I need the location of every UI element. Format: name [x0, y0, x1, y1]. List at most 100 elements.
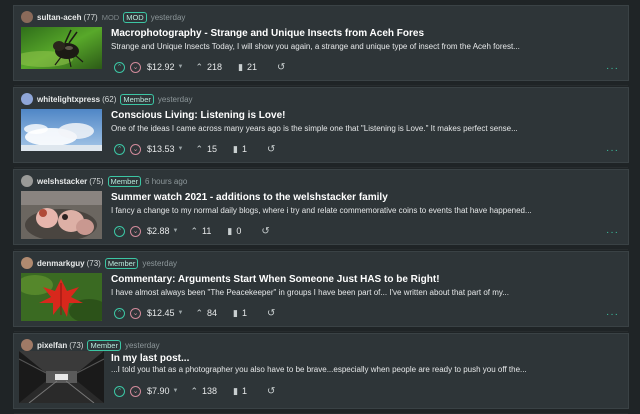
- payout-dropdown-icon[interactable]: ▼: [173, 388, 179, 394]
- payout-value[interactable]: $12.92: [147, 62, 175, 72]
- comments-icon[interactable]: ▮: [233, 144, 238, 155]
- payout-value[interactable]: $12.45: [147, 308, 175, 318]
- post-thumbnail[interactable]: [21, 109, 102, 151]
- reblog-icon[interactable]: ↺: [267, 386, 275, 397]
- more-options-icon[interactable]: ···: [606, 310, 619, 320]
- role-badge: Member: [87, 339, 121, 351]
- role-badge: Member: [104, 257, 139, 269]
- vote-count[interactable]: 84: [207, 308, 217, 318]
- payout-value[interactable]: $13.53: [147, 144, 175, 154]
- vote-count[interactable]: 218: [207, 62, 222, 72]
- post-title[interactable]: Summer watch 2021 - additions to the wel…: [111, 192, 591, 204]
- payout-dropdown-icon[interactable]: ▼: [178, 310, 184, 316]
- downvote-button[interactable]: ⌄: [130, 385, 141, 397]
- vote-count[interactable]: 138: [202, 386, 217, 396]
- reblog-icon[interactable]: ↺: [277, 62, 285, 73]
- comment-count[interactable]: 21: [247, 62, 257, 72]
- more-options-icon[interactable]: ···: [606, 146, 619, 156]
- post-card[interactable]: welshstacker (75) Member 6 hours ago Sum…: [13, 169, 629, 250]
- votes-chevron-icon: ⌃: [195, 307, 204, 318]
- post-excerpt[interactable]: I fancy a change to my normal daily blog…: [111, 205, 581, 216]
- avatar[interactable]: [21, 93, 33, 105]
- post-excerpt[interactable]: Strange and Unique Insects Today, I will…: [111, 41, 581, 52]
- reblog-icon[interactable]: ↺: [261, 226, 269, 237]
- post-thumbnail[interactable]: [21, 273, 102, 321]
- post-time[interactable]: yesterday: [142, 259, 177, 268]
- author-name[interactable]: sultan-aceh: [37, 13, 81, 22]
- comments-icon[interactable]: ▮: [227, 226, 232, 237]
- post-card[interactable]: sultan-aceh (77) MOD MOD yesterday Macro…: [13, 5, 629, 86]
- post-time[interactable]: 6 hours ago: [145, 177, 187, 186]
- downvote-button[interactable]: ⌄: [130, 307, 141, 319]
- post-thumbnail[interactable]: [19, 351, 104, 403]
- post-time[interactable]: yesterday: [151, 13, 186, 22]
- more-options-icon[interactable]: ···: [606, 228, 619, 238]
- payout-value[interactable]: $7.90: [147, 386, 170, 396]
- author-name[interactable]: welshstacker: [37, 177, 87, 186]
- reblog-icon[interactable]: ↺: [267, 144, 275, 155]
- downvote-button[interactable]: ⌄: [130, 225, 141, 237]
- avatar[interactable]: [21, 175, 33, 187]
- baby-birds-photo-icon: [21, 191, 102, 239]
- post-excerpt[interactable]: ...I told you that as a photographer you…: [111, 364, 581, 375]
- upvote-button[interactable]: ⌃: [114, 143, 125, 155]
- post-title[interactable]: Commentary: Arguments Start When Someone…: [111, 274, 591, 286]
- comments-icon[interactable]: ▮: [238, 62, 243, 73]
- post-thumbnail[interactable]: [21, 27, 102, 69]
- comment-count[interactable]: 1: [242, 308, 247, 318]
- role-badge: MOD: [123, 11, 147, 23]
- post-actions: ⌃ ⌄ $12.92 ▼ ⌃ 218 ▮ 21 ↺: [114, 59, 285, 75]
- upvote-button[interactable]: ⌃: [114, 307, 125, 319]
- avatar[interactable]: [21, 339, 33, 351]
- votes-chevron-icon: ⌃: [195, 61, 204, 72]
- comments-icon[interactable]: ▮: [233, 386, 238, 397]
- upvote-button[interactable]: ⌃: [114, 225, 125, 237]
- votes-chevron-icon: ⌃: [190, 225, 199, 236]
- post-time[interactable]: yesterday: [125, 341, 160, 350]
- post-card[interactable]: denmarkguy (73) Member yesterday Comment…: [13, 251, 629, 332]
- post-feed: sultan-aceh (77) MOD MOD yesterday Macro…: [0, 0, 640, 414]
- author-reputation: (77): [83, 12, 98, 22]
- post-excerpt[interactable]: One of the ideas I came across many year…: [111, 123, 581, 134]
- vote-count[interactable]: 11: [202, 226, 211, 236]
- post-header: sultan-aceh (77) MOD MOD yesterday: [21, 10, 185, 24]
- post-title[interactable]: Macrophotography - Strange and Unique In…: [111, 28, 591, 40]
- post-card[interactable]: pixelfan (73) Member yesterday In my las…: [13, 333, 629, 414]
- author-reputation: (75): [89, 176, 104, 186]
- author-name[interactable]: whitelightxpress: [37, 95, 100, 104]
- author-name[interactable]: denmarkguy: [37, 259, 85, 268]
- payout-value[interactable]: $2.88: [147, 226, 170, 236]
- post-thumbnail[interactable]: [21, 191, 102, 239]
- avatar[interactable]: [21, 257, 33, 269]
- comment-count[interactable]: 1: [242, 386, 247, 396]
- avatar[interactable]: [21, 11, 33, 23]
- post-header: pixelfan (73) Member yesterday: [21, 338, 160, 352]
- upvote-button[interactable]: ⌃: [114, 385, 125, 397]
- insect-photo-icon: [21, 27, 102, 69]
- post-title[interactable]: Conscious Living: Listening is Love!: [111, 110, 591, 122]
- comment-count[interactable]: 1: [242, 144, 247, 154]
- upvote-button[interactable]: ⌃: [114, 61, 125, 73]
- author-reputation: (73): [86, 258, 101, 268]
- reblog-icon[interactable]: ↺: [267, 308, 275, 319]
- post-actions: ⌃ ⌄ $7.90 ▼ ⌃ 138 ▮ 1 ↺: [114, 383, 275, 399]
- downvote-button[interactable]: ⌄: [130, 143, 141, 155]
- post-header: denmarkguy (73) Member yesterday: [21, 256, 177, 270]
- sky-clouds-photo-icon: [21, 109, 102, 151]
- comment-count[interactable]: 0: [236, 226, 241, 236]
- votes-chevron-icon: ⌃: [195, 143, 204, 154]
- downvote-button[interactable]: ⌄: [130, 61, 141, 73]
- author-name[interactable]: pixelfan: [37, 341, 67, 350]
- payout-dropdown-icon[interactable]: ▼: [178, 64, 184, 70]
- role-badge: Member: [107, 175, 142, 187]
- post-excerpt[interactable]: I have almost always been "The Peacekeep…: [111, 287, 581, 298]
- vote-count[interactable]: 15: [207, 144, 217, 154]
- post-actions: ⌃ ⌄ $2.88 ▼ ⌃ 11 ▮ 0 ↺: [114, 223, 270, 239]
- post-actions: ⌃ ⌄ $13.53 ▼ ⌃ 15 ▮ 1 ↺: [114, 141, 275, 157]
- more-options-icon[interactable]: ···: [606, 64, 619, 74]
- post-time[interactable]: yesterday: [158, 95, 193, 104]
- comments-icon[interactable]: ▮: [233, 308, 238, 319]
- payout-dropdown-icon[interactable]: ▼: [173, 228, 179, 234]
- payout-dropdown-icon[interactable]: ▼: [178, 146, 184, 152]
- post-card[interactable]: whitelightxpress (62) Member yesterday C…: [13, 87, 629, 168]
